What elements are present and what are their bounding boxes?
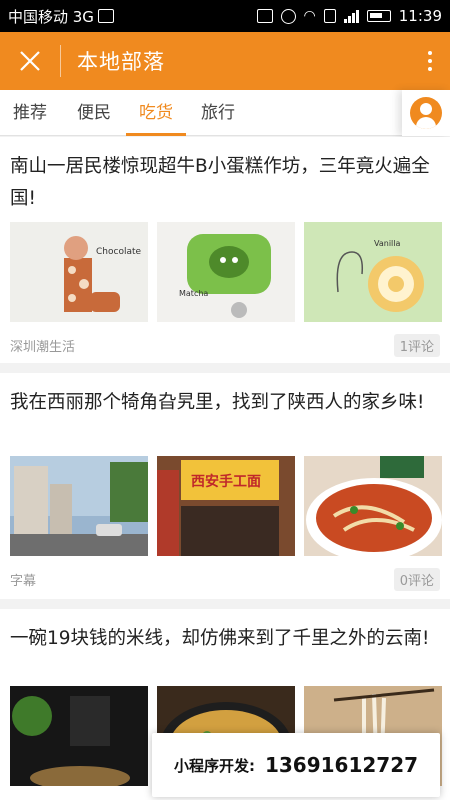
app-bar: 本地部落: [0, 32, 450, 90]
image-caption: 西安手工面: [191, 473, 261, 490]
user-avatar-icon: [410, 97, 442, 129]
image-notification-icon: [97, 9, 114, 23]
page-title: 本地部落: [77, 50, 165, 74]
article-image-matcha[interactable]: Matcha: [157, 222, 295, 322]
article-image-street[interactable]: [10, 456, 148, 556]
signal-icon: [343, 9, 359, 23]
article-image-vanilla[interactable]: Vanilla: [304, 222, 442, 322]
article-feed[interactable]: 南山一居民楼惊现超牛B小蛋糕作坊，三年竟火遍全国! Chocolate Matc…: [0, 137, 450, 800]
article-card[interactable]: 南山一居民楼惊现超牛B小蛋糕作坊，三年竟火遍全国! Chocolate Matc…: [0, 137, 450, 363]
article-title[interactable]: 南山一居民楼惊现超牛B小蛋糕作坊，三年竟火遍全国!: [10, 151, 440, 215]
promo-contact-banner[interactable]: 小程序开发: 13691612727: [152, 733, 440, 797]
sim-icon: [323, 9, 336, 23]
comment-count-badge[interactable]: 1评论: [393, 333, 440, 357]
more-menu-button[interactable]: [410, 32, 450, 90]
article-source[interactable]: 深圳潮生活: [10, 336, 75, 355]
article-images: Chocolate Matcha Vanilla: [10, 222, 442, 322]
wifi-icon: ◠: [303, 8, 316, 24]
category-tabs: 推荐 便民 吃货 旅行: [0, 90, 450, 136]
image-caption: Chocolate: [96, 247, 141, 257]
article-image-noodle-shop[interactable]: 西安手工面: [157, 456, 295, 556]
article-title[interactable]: 一碗19块钱的米线，却仿佛来到了千里之外的云南!: [10, 623, 440, 655]
battery-icon: [366, 10, 391, 22]
profile-button[interactable]: [402, 90, 450, 136]
tab-convenience[interactable]: 便民: [64, 90, 124, 136]
article-card[interactable]: 我在西丽那个犄角旮旯里，找到了陕西人的家乡味! 西安手工面 字幕 0评论: [0, 373, 450, 599]
image-caption: Matcha: [179, 289, 208, 298]
more-vertical-icon: [428, 51, 432, 55]
vibrate-icon: [256, 9, 273, 23]
article-image-restaurant[interactable]: [10, 686, 148, 786]
tab-recommend[interactable]: 推荐: [0, 90, 60, 136]
close-icon: [20, 51, 40, 71]
article-meta: 深圳潮生活 1评论: [10, 333, 440, 357]
article-image-noodle-bowl[interactable]: [304, 456, 442, 556]
article-image-chocolate[interactable]: Chocolate: [10, 222, 148, 322]
clock: 11:39: [398, 7, 442, 25]
article-images: 西安手工面: [10, 456, 442, 556]
carrier-label: 中国移动 3G: [8, 7, 94, 26]
close-button[interactable]: [0, 32, 60, 90]
article-meta: 字幕 0评论: [10, 567, 440, 591]
article-source[interactable]: 字幕: [10, 570, 36, 589]
promo-label: 小程序开发:: [173, 756, 255, 775]
promo-phone[interactable]: 13691612727: [265, 753, 418, 777]
tab-foodie[interactable]: 吃货: [126, 90, 186, 136]
article-title[interactable]: 我在西丽那个犄角旮旯里，找到了陕西人的家乡味!: [10, 387, 440, 419]
status-bar: 中国移动 3G ◠ 11:39: [0, 0, 450, 32]
image-caption: Vanilla: [374, 239, 400, 248]
tab-travel[interactable]: 旅行: [188, 90, 248, 136]
alarm-icon: [280, 8, 296, 24]
comment-count-badge[interactable]: 0评论: [393, 567, 440, 591]
